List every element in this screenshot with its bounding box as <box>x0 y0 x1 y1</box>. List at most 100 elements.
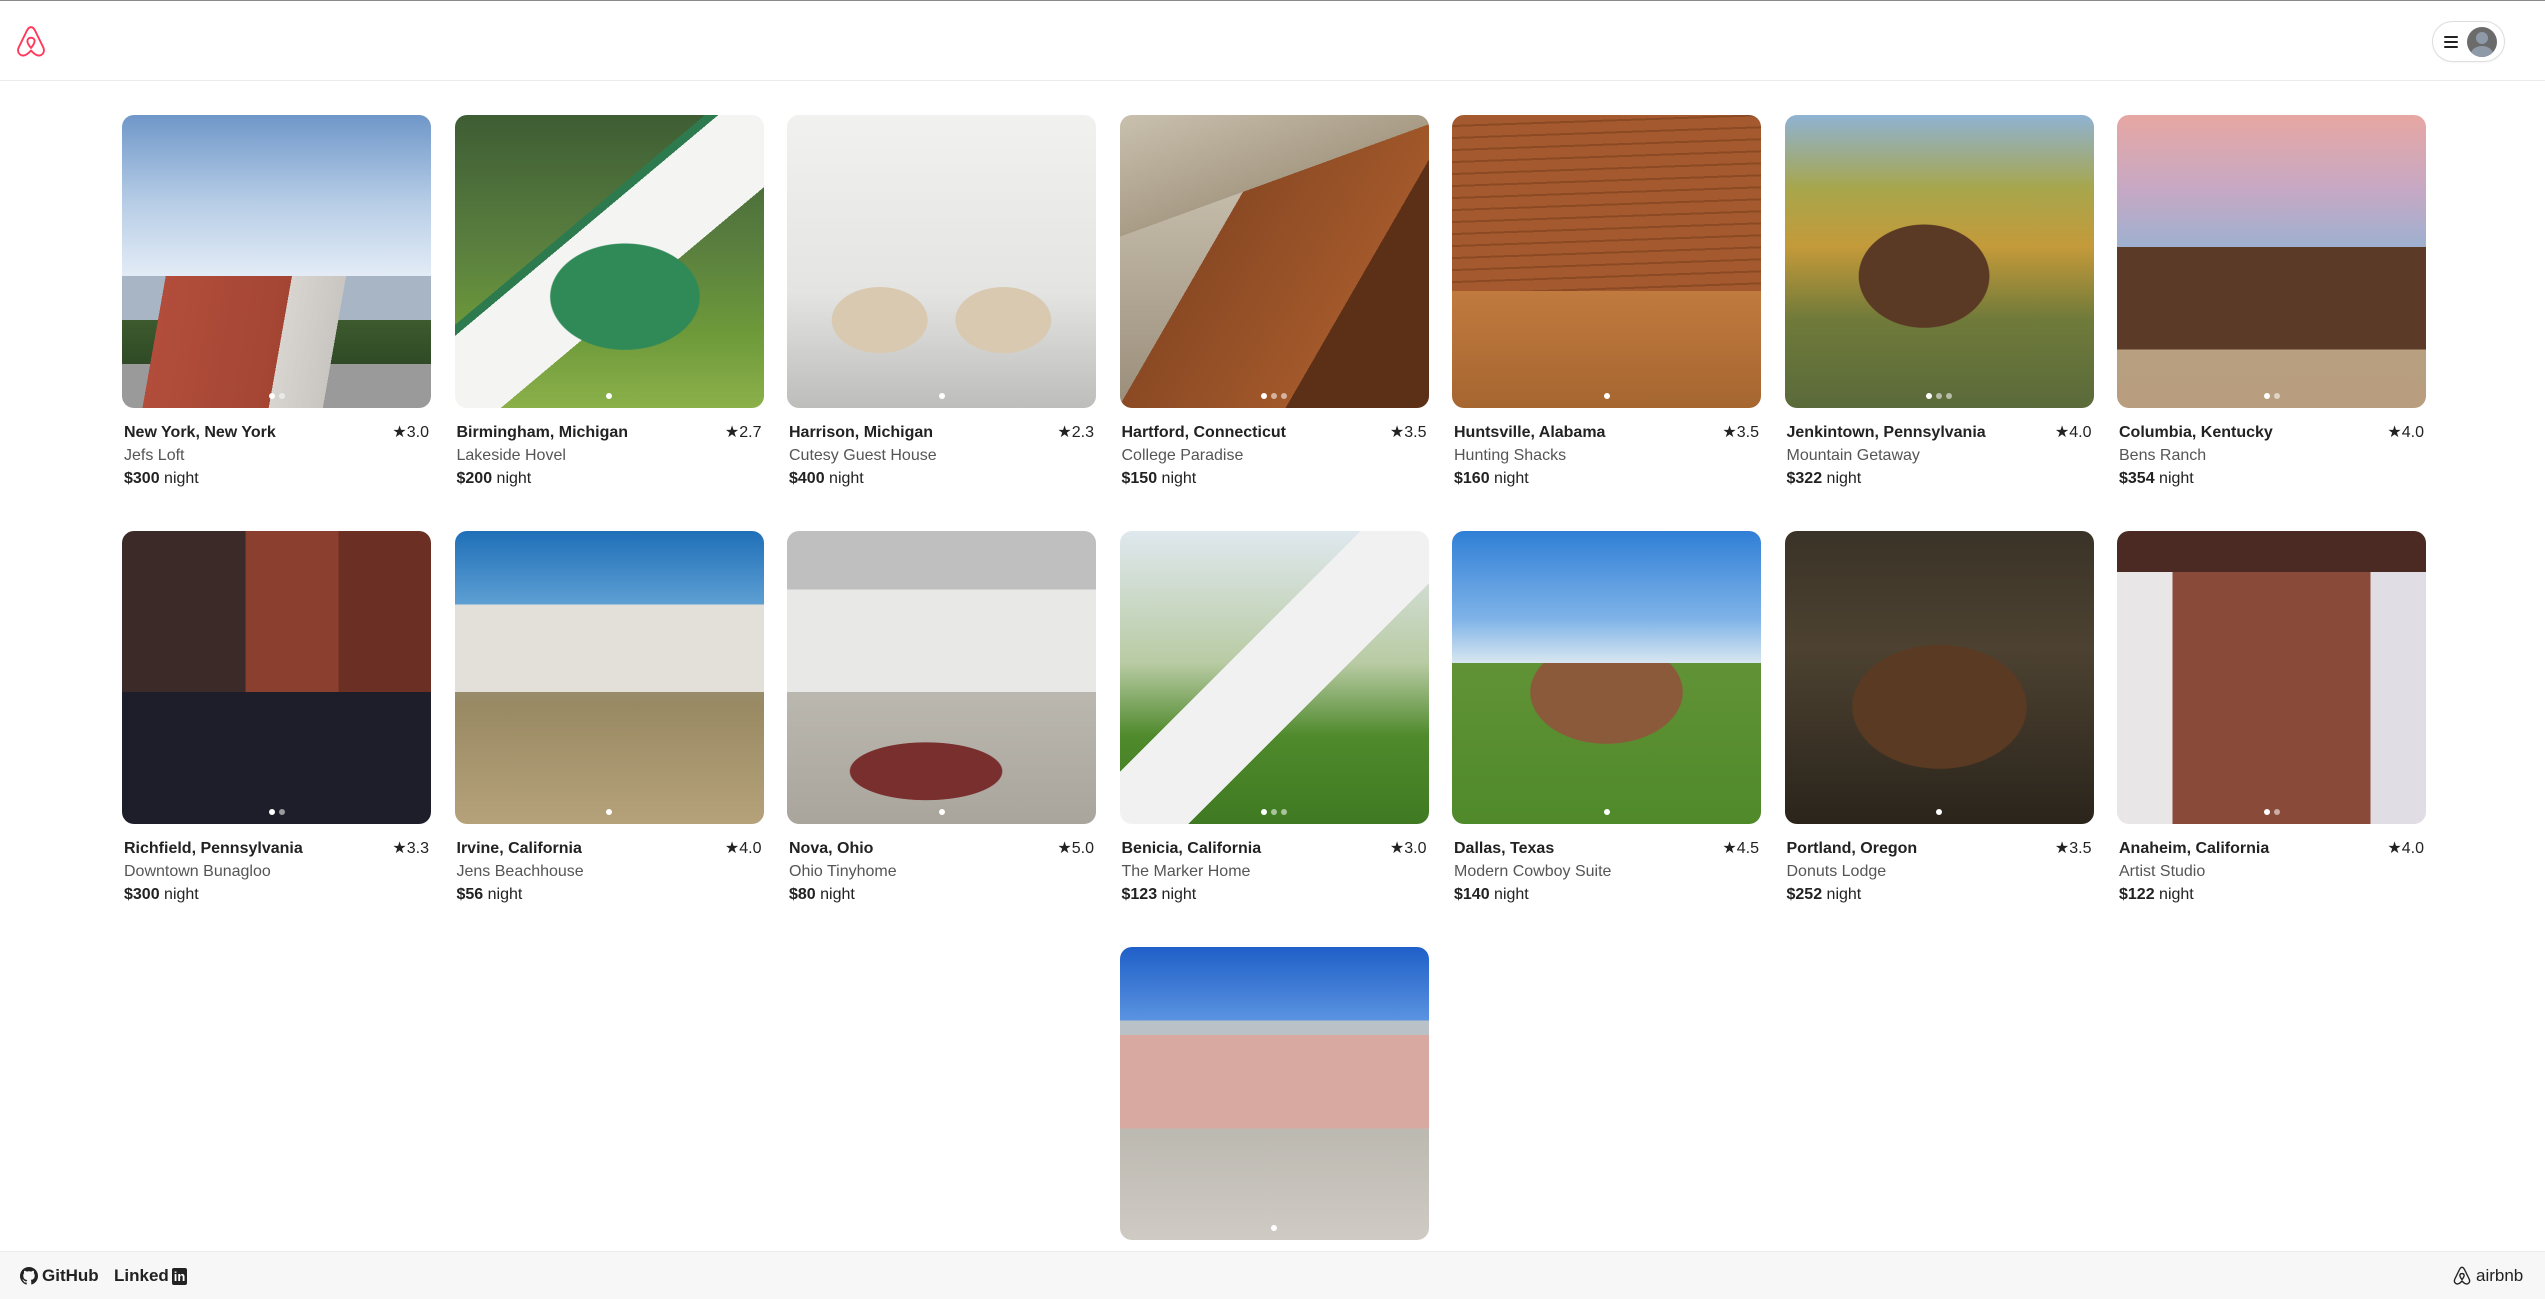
listing-card[interactable]: Birmingham, Michigan ★2.7 Lakeside Hovel $2… <box>454 115 764 531</box>
carousel-dot[interactable] <box>2263 393 2270 399</box>
listing-card[interactable]: Hartford, Connecticut ★3.5 College Paradis… <box>1119 115 1429 531</box>
listing-photo[interactable] <box>2117 115 2426 408</box>
listing-card[interactable]: Portland, Oregon ★3.5 Donuts Lodge $252 nig… <box>1784 531 2094 947</box>
listing-rating: ★2.3 <box>1057 424 1094 441</box>
carousel-dot[interactable] <box>1271 393 1277 399</box>
linkedin-link[interactable]: Linked in <box>114 1266 188 1286</box>
listing-price: $123 <box>1121 886 1158 903</box>
listing-card[interactable]: Harrison, Michigan ★2.3 Cutesy Guest House… <box>787 115 1096 531</box>
listing-photo[interactable] <box>1784 115 2094 408</box>
listing-photo[interactable] <box>454 531 764 824</box>
carousel-dot[interactable] <box>2273 393 2280 399</box>
listing-name: Donuts Lodge <box>1786 863 1887 880</box>
price-unit: night <box>487 886 523 903</box>
listing-location: Harrison, Michigan <box>789 424 934 441</box>
price-unit: night <box>496 470 532 487</box>
listing-info: Jenkintown, Pennsylvania ★4.0 Mountain Get… <box>1785 421 2094 490</box>
carousel-dot[interactable] <box>2273 809 2280 815</box>
carousel-dot[interactable] <box>606 809 612 815</box>
listing-card[interactable] <box>1119 947 1429 1299</box>
listing-photo[interactable] <box>787 115 1096 408</box>
carousel-dot[interactable] <box>1946 393 1952 399</box>
listing-location: Birmingham, Michigan <box>456 424 629 441</box>
listing-card[interactable]: Columbia, Kentucky ★4.0 Bens Ranch $354 nig… <box>2117 115 2426 531</box>
photo-carousel-dots <box>1120 393 1429 399</box>
listing-price: $200 <box>456 470 493 487</box>
listing-price: $160 <box>1454 470 1490 487</box>
listing-photo[interactable] <box>1119 531 1429 824</box>
listing-info: Richfield, Pennsylvania ★3.3 Downtown Buna… <box>122 837 431 906</box>
listing-card[interactable]: Benicia, California ★3.0 The Marker Home $1… <box>1119 531 1429 947</box>
listing-photo[interactable] <box>122 115 431 408</box>
carousel-dot[interactable] <box>1281 393 1287 399</box>
hamburger-icon <box>2444 35 2458 48</box>
carousel-dot[interactable] <box>1261 393 1267 399</box>
listing-name: Jefs Loft <box>124 447 185 464</box>
listing-name: The Marker Home <box>1121 863 1251 880</box>
carousel-dot[interactable] <box>2263 809 2270 815</box>
carousel-dot[interactable] <box>1936 393 1942 399</box>
listing-card[interactable]: Dallas, Texas ★4.5 Modern Cowboy Suite $140… <box>1452 531 1761 947</box>
photo-carousel-dots <box>455 393 764 399</box>
photo-carousel-dots <box>1452 393 1761 399</box>
listing-photo[interactable] <box>2117 531 2426 824</box>
footer: GitHub Linked in airbnb <box>0 1251 2545 1299</box>
price-unit: night <box>1826 470 1862 487</box>
price-unit: night <box>1161 470 1197 487</box>
listing-photo[interactable] <box>787 531 1096 824</box>
carousel-dot[interactable] <box>1261 809 1267 815</box>
carousel-dot[interactable] <box>1271 809 1277 815</box>
listing-rating: ★3.5 <box>1722 424 1759 441</box>
carousel-dot[interactable] <box>1936 809 1942 815</box>
listing-photo[interactable] <box>122 531 431 824</box>
listing-location: Columbia, Kentucky <box>2119 424 2273 441</box>
carousel-dot[interactable] <box>1271 1225 1277 1231</box>
carousel-dot[interactable] <box>938 809 945 815</box>
photo-carousel-dots <box>1120 809 1429 815</box>
listing-name: Hunting Shacks <box>1454 447 1567 464</box>
carousel-dot[interactable] <box>606 393 612 399</box>
listing-card[interactable]: Anaheim, California ★4.0 Artist Studio $122… <box>2117 531 2426 947</box>
listing-photo[interactable] <box>1784 531 2094 824</box>
listing-card[interactable]: Richfield, Pennsylvania ★3.3 Downtown Buna… <box>122 531 431 947</box>
carousel-dot[interactable] <box>268 393 275 399</box>
listing-info: Hartford, Connecticut ★3.5 College Paradis… <box>1120 421 1429 490</box>
price-unit: night <box>2159 886 2194 903</box>
carousel-dot[interactable] <box>268 809 275 815</box>
listing-photo[interactable] <box>1119 115 1429 408</box>
user-menu-button[interactable] <box>2432 21 2505 62</box>
airbnb-logo-icon[interactable] <box>14 24 48 60</box>
listing-photo[interactable] <box>1452 531 1761 824</box>
listing-card[interactable]: Nova, Ohio ★5.0 Ohio Tinyhome $80 night <box>787 531 1096 947</box>
github-icon <box>20 1267 38 1285</box>
listing-card[interactable]: New York, New York ★3.0 Jefs Loft $300 nigh… <box>122 115 431 531</box>
listing-location: Portland, Oregon <box>1786 840 1918 857</box>
photo-carousel-dots <box>2117 809 2426 815</box>
listing-price: $252 <box>1786 886 1823 903</box>
listing-card[interactable]: Jenkintown, Pennsylvania ★4.0 Mountain Get… <box>1784 115 2094 531</box>
listing-card[interactable]: Irvine, California ★4.0 Jens Beachhouse $56… <box>454 531 764 947</box>
listing-name: Downtown Bunagloo <box>124 863 271 880</box>
listing-photo[interactable] <box>454 115 764 408</box>
carousel-dot[interactable] <box>278 809 285 815</box>
photo-carousel-dots <box>2117 393 2426 399</box>
listing-photo[interactable] <box>1452 115 1761 408</box>
brand-label: airbnb <box>2476 1266 2524 1285</box>
listing-photo[interactable] <box>1119 947 1429 1240</box>
listing-price: $56 <box>456 886 484 903</box>
listing-location: New York, New York <box>124 424 276 441</box>
listing-name: Jens Beachhouse <box>456 863 584 880</box>
price-unit: night <box>164 886 199 903</box>
listing-price-line: $354 night <box>2119 467 2424 490</box>
listing-price: $122 <box>2119 886 2155 903</box>
carousel-dot[interactable] <box>1281 809 1287 815</box>
carousel-dot[interactable] <box>938 393 945 399</box>
listing-card[interactable]: Huntsville, Alabama ★3.5 Hunting Shacks $16… <box>1452 115 1761 531</box>
carousel-dot[interactable] <box>1926 393 1932 399</box>
github-link[interactable]: GitHub <box>20 1266 99 1286</box>
carousel-dot[interactable] <box>1603 809 1610 815</box>
carousel-dot[interactable] <box>1603 393 1610 399</box>
listing-price-line: $400 night <box>789 467 1094 490</box>
carousel-dot[interactable] <box>278 393 285 399</box>
user-avatar-icon <box>2467 26 2497 57</box>
